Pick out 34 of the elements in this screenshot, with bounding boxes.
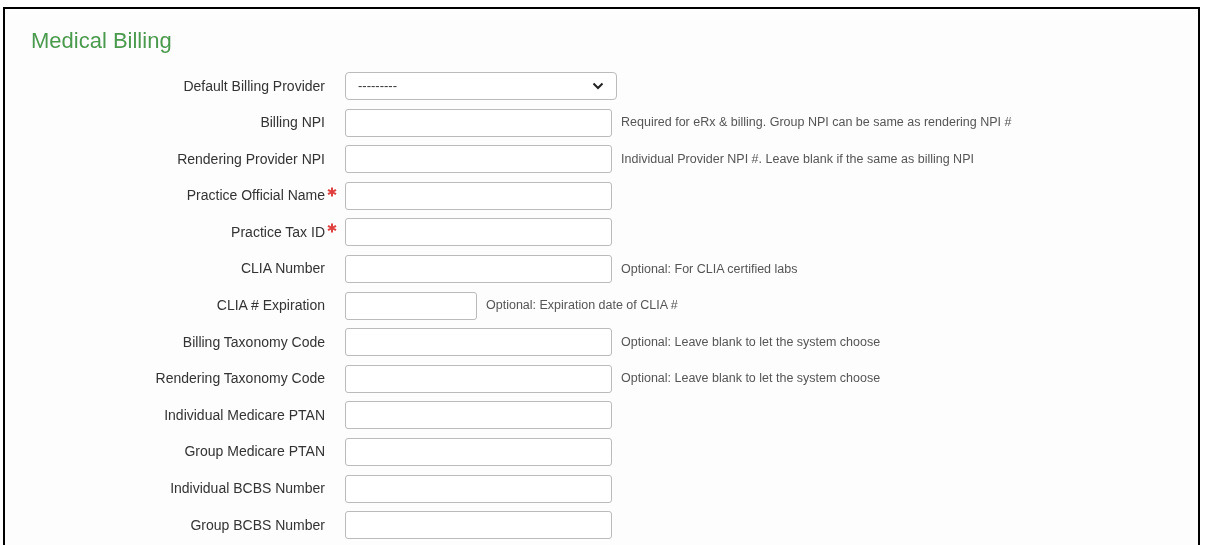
field-label: CLIA Number [240, 259, 325, 279]
input-field[interactable] [345, 145, 612, 174]
input-field[interactable] [345, 511, 612, 540]
input-field[interactable] [345, 328, 612, 357]
field-label: Individual Medicare PTAN [164, 405, 325, 425]
date-field[interactable] [345, 291, 477, 320]
input-field[interactable] [345, 254, 612, 283]
input-field[interactable] [345, 437, 612, 466]
section-title: Medical Billing [31, 27, 173, 55]
field-label: Individual BCBS Number [170, 479, 325, 499]
field-label: Rendering Provider NPI [177, 149, 325, 169]
input-field[interactable] [345, 474, 612, 503]
help-text: Optional: For CLIA certified labs [621, 260, 798, 278]
field-label: Default Billing Provider [183, 76, 325, 96]
help-text: Optional: Expiration date of CLIA # [486, 297, 678, 315]
field-label: Group BCBS Number [190, 515, 325, 535]
help-text: Required for eRx & billing. Group NPI can be same as rendering NPI # [621, 114, 1012, 132]
input-field[interactable] [345, 218, 612, 247]
input-field[interactable] [345, 181, 612, 210]
chevron-down-icon [592, 82, 604, 90]
input-field[interactable] [345, 364, 612, 393]
input-field[interactable] [345, 108, 612, 137]
field-label: CLIA # Expiration [216, 296, 325, 316]
field-label: Billing NPI [260, 113, 325, 133]
help-text: Optional: Leave blank to let the system choose [621, 370, 881, 388]
field-label: Practice Official Name [186, 186, 325, 206]
provider-dropdown[interactable]: --------- [345, 72, 617, 100]
field-label: Practice Tax ID [231, 222, 325, 242]
field-label: Rendering Taxonomy Code [155, 369, 325, 389]
field-label: Group Medicare PTAN [184, 442, 325, 462]
help-text: Individual Provider NPI #. Leave blank if the same as billing NPI [621, 150, 974, 168]
help-text: Optional: Leave blank to let the system choose [621, 333, 881, 351]
field-label: Billing Taxonomy Code [182, 332, 325, 352]
input-field[interactable] [345, 401, 612, 430]
